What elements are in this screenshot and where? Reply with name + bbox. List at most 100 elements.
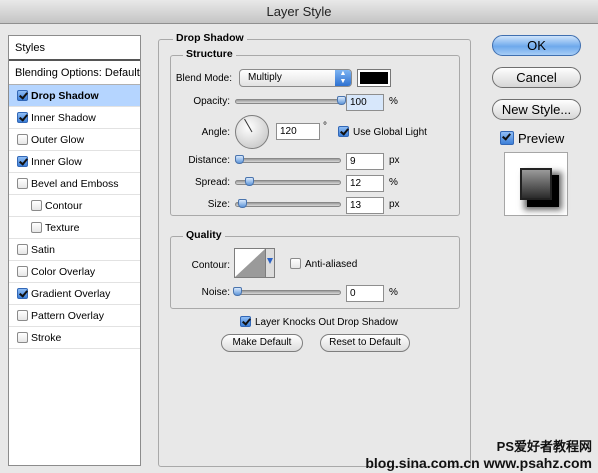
style-item-label: Pattern Overlay	[31, 310, 104, 322]
watermark-url: blog.sina.com.cn www.psahz.com	[365, 455, 592, 471]
spread-input[interactable]: 12	[346, 175, 384, 192]
drop-shadow-title: Drop Shadow	[173, 32, 247, 44]
make-default-button[interactable]: Make Default	[221, 334, 303, 352]
styles-header[interactable]: Styles	[9, 36, 140, 61]
style-item-label: Color Overlay	[31, 266, 96, 278]
window-title: Layer Style	[266, 4, 332, 19]
opacity-slider[interactable]	[235, 99, 341, 104]
style-item-color-overlay[interactable]: Color Overlay	[9, 261, 140, 283]
style-item-stroke[interactable]: Stroke	[9, 327, 140, 349]
opacity-unit: %	[389, 96, 398, 107]
size-unit: px	[389, 199, 400, 210]
style-item-pattern-overlay[interactable]: Pattern Overlay	[9, 305, 140, 327]
preview-checkbox[interactable]: Preview	[500, 131, 564, 147]
size-label: Size:	[207, 199, 230, 210]
layer-style-dialog: Styles Blending Options: Default Drop Sh…	[0, 24, 598, 473]
preview-thumbnail	[504, 152, 568, 216]
title-bar: Layer Style	[0, 0, 598, 24]
distance-input[interactable]: 9	[346, 153, 384, 170]
angle-label: Angle:	[201, 127, 230, 138]
preview-label: Preview	[518, 131, 565, 146]
style-item-checkbox[interactable]	[17, 244, 28, 255]
select-arrows-icon: ▲ ▼	[335, 70, 351, 86]
style-item-bevel-and-emboss[interactable]: Bevel and Emboss	[9, 173, 140, 195]
anti-aliased-label: Anti-aliased	[305, 259, 358, 270]
reset-to-default-button[interactable]: Reset to Default	[320, 334, 410, 352]
style-item-checkbox[interactable]	[17, 134, 28, 145]
size-input[interactable]: 13	[346, 197, 384, 214]
style-item-label: Stroke	[31, 332, 62, 344]
style-item-label: Outer Glow	[31, 134, 85, 146]
size-slider[interactable]	[235, 202, 341, 207]
styles-list: Styles Blending Options: Default Drop Sh…	[8, 35, 141, 466]
style-item-checkbox[interactable]	[17, 332, 28, 343]
style-item-checkbox[interactable]	[17, 288, 28, 299]
blend-mode-label: Blend Mode:	[175, 73, 232, 84]
spread-unit: %	[389, 177, 398, 188]
new-style-button[interactable]: New Style...	[492, 99, 581, 120]
noise-unit: %	[389, 287, 398, 298]
contour-label: Contour:	[191, 260, 230, 271]
shadow-color-swatch[interactable]	[357, 69, 391, 87]
noise-label: Noise:	[201, 287, 230, 298]
distance-slider[interactable]	[235, 158, 341, 163]
distance-label: Distance:	[188, 155, 230, 166]
angle-unit: °	[323, 121, 327, 132]
use-global-light-checkbox[interactable]: Use Global Light	[338, 126, 427, 139]
watermark: PS爱好者教程网 blog.sina.com.cn www.psahz.com	[365, 436, 592, 471]
use-global-light-box[interactable]	[338, 126, 349, 137]
style-item-label: Texture	[45, 222, 80, 234]
cancel-button[interactable]: Cancel	[492, 67, 581, 88]
preview-box[interactable]	[500, 131, 514, 145]
opacity-label: Opacity:	[193, 96, 230, 107]
size-slider-thumb[interactable]	[238, 199, 248, 208]
style-item-gradient-overlay[interactable]: Gradient Overlay	[9, 283, 140, 305]
style-item-texture[interactable]: Texture	[9, 217, 140, 239]
distance-unit: px	[389, 155, 400, 166]
distance-slider-thumb[interactable]	[235, 155, 245, 164]
style-item-label: Bevel and Emboss	[31, 178, 119, 190]
style-item-label: Drop Shadow	[31, 90, 99, 102]
blending-options-item[interactable]: Blending Options: Default	[9, 61, 140, 85]
style-item-contour[interactable]: Contour	[9, 195, 140, 217]
use-global-light-label: Use Global Light	[353, 127, 427, 138]
blend-mode-value: Multiply	[248, 72, 282, 83]
style-item-drop-shadow[interactable]: Drop Shadow	[9, 85, 140, 107]
style-item-outer-glow[interactable]: Outer Glow	[9, 129, 140, 151]
style-item-satin[interactable]: Satin	[9, 239, 140, 261]
style-item-checkbox[interactable]	[17, 266, 28, 277]
style-item-checkbox[interactable]	[17, 112, 28, 123]
style-item-checkbox[interactable]	[17, 156, 28, 167]
structure-title: Structure	[183, 48, 236, 60]
noise-slider[interactable]	[235, 290, 341, 295]
layer-knocks-out-label: Layer Knocks Out Drop Shadow	[255, 317, 398, 328]
quality-title: Quality	[183, 229, 225, 241]
style-item-label: Inner Glow	[31, 156, 82, 168]
anti-aliased-checkbox[interactable]: Anti-aliased	[290, 258, 357, 271]
layer-knocks-out-checkbox[interactable]: Layer Knocks Out Drop Shadow	[240, 316, 398, 329]
style-item-checkbox[interactable]	[17, 310, 28, 321]
style-item-checkbox[interactable]	[31, 222, 42, 233]
style-item-checkbox[interactable]	[17, 90, 28, 101]
style-item-checkbox[interactable]	[31, 200, 42, 211]
opacity-input[interactable]: 100	[346, 94, 384, 111]
ok-button[interactable]: OK	[492, 35, 581, 56]
style-item-inner-shadow[interactable]: Inner Shadow	[9, 107, 140, 129]
angle-dial[interactable]	[234, 114, 270, 150]
style-item-checkbox[interactable]	[17, 178, 28, 189]
noise-input[interactable]: 0	[346, 285, 384, 302]
style-item-label: Contour	[45, 200, 83, 212]
style-item-label: Satin	[31, 244, 55, 256]
quality-group	[170, 236, 460, 309]
noise-slider-thumb[interactable]	[233, 287, 242, 296]
blend-mode-select[interactable]: Multiply ▲ ▼	[239, 69, 352, 87]
style-items: Drop Shadow Inner Shadow Outer Glow Inner G…	[9, 85, 140, 349]
style-item-label: Inner Shadow	[31, 112, 96, 124]
opacity-slider-thumb[interactable]	[337, 96, 346, 105]
style-item-label: Gradient Overlay	[31, 288, 111, 300]
style-item-inner-glow[interactable]: Inner Glow	[9, 151, 140, 173]
angle-input[interactable]: 120	[276, 123, 320, 140]
anti-aliased-box[interactable]	[290, 258, 301, 269]
layer-knocks-out-box[interactable]	[240, 316, 251, 327]
contour-picker[interactable]	[234, 248, 276, 280]
